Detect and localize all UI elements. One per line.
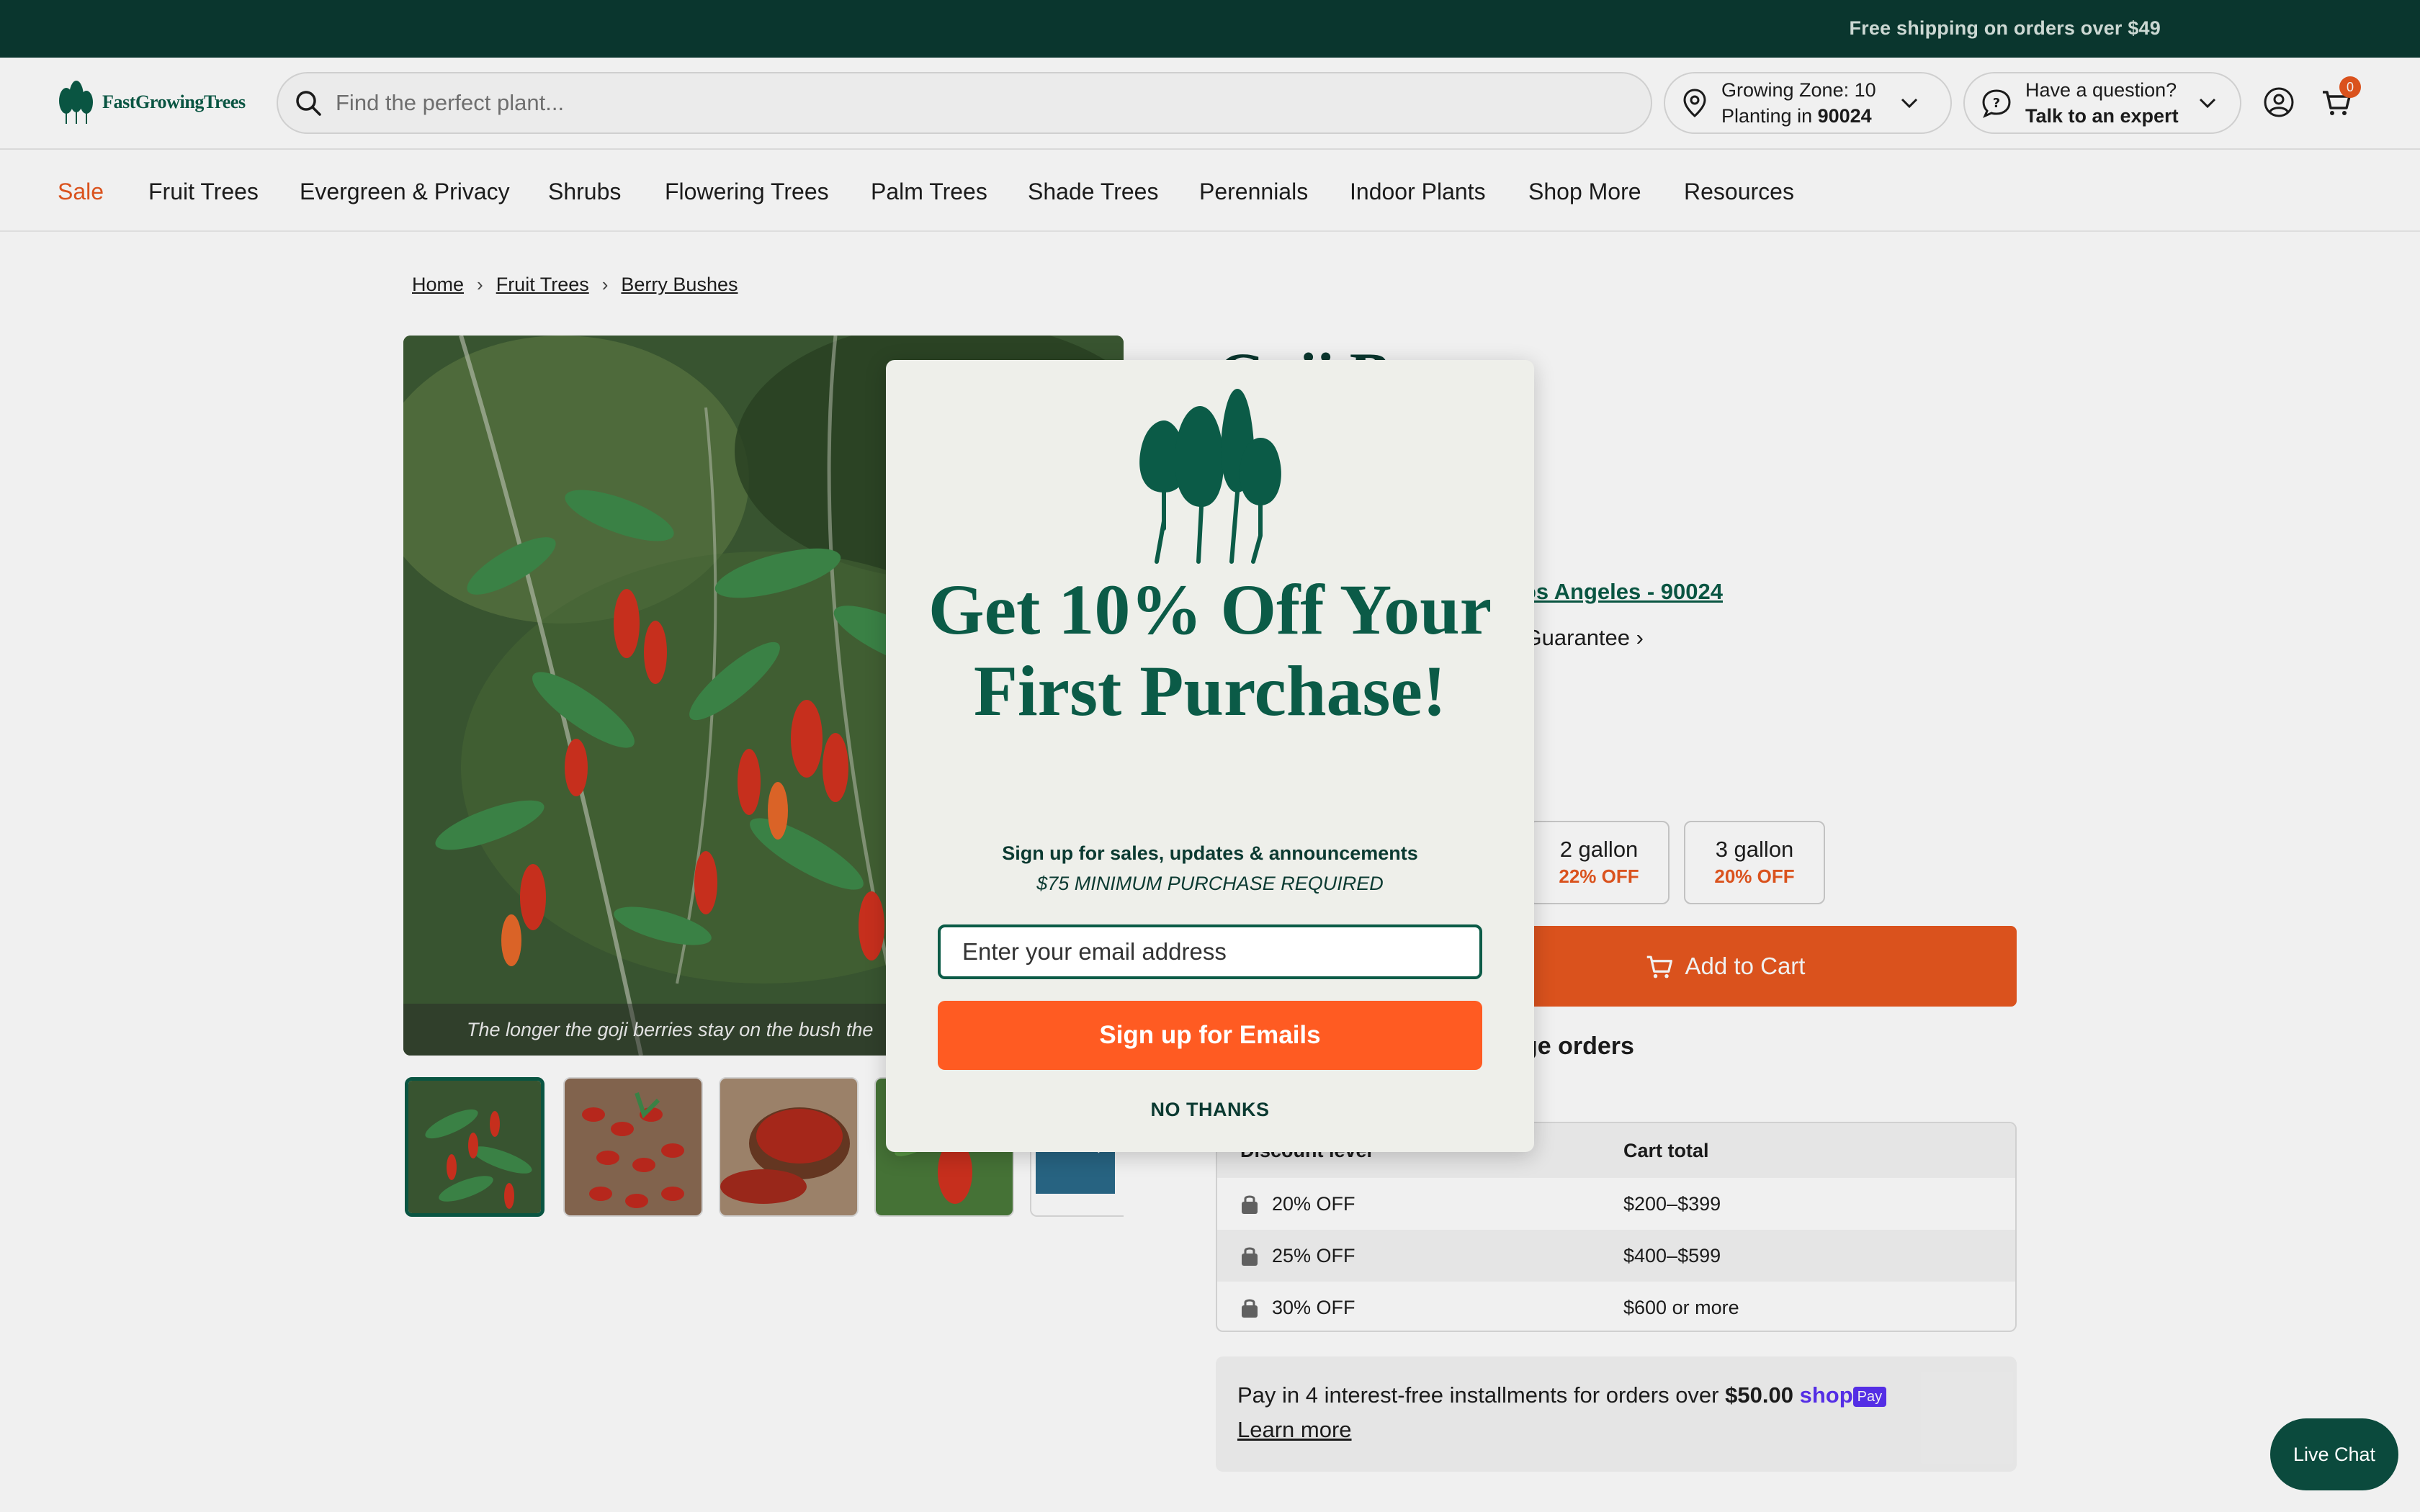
live-chat-button[interactable]: Live Chat — [2270, 1418, 2398, 1490]
sign-up-button[interactable]: Sign up for Emails — [938, 1001, 1482, 1070]
minimum-purchase-note: $75 MINIMUM PURCHASE REQUIRED — [1036, 873, 1384, 894]
tree-logo-icon — [1139, 389, 1281, 564]
modal-title: Get 10% Off Your First Purchase! — [928, 570, 1492, 731]
email-field[interactable] — [938, 924, 1482, 979]
modal-subtitle: Sign up for sales, updates & announcemen… — [1002, 842, 1418, 864]
email-signup-modal: Get 10% Off Your First Purchase! Sign up… — [886, 360, 1534, 1152]
no-thanks-button[interactable]: NO THANKS — [886, 1099, 1534, 1121]
